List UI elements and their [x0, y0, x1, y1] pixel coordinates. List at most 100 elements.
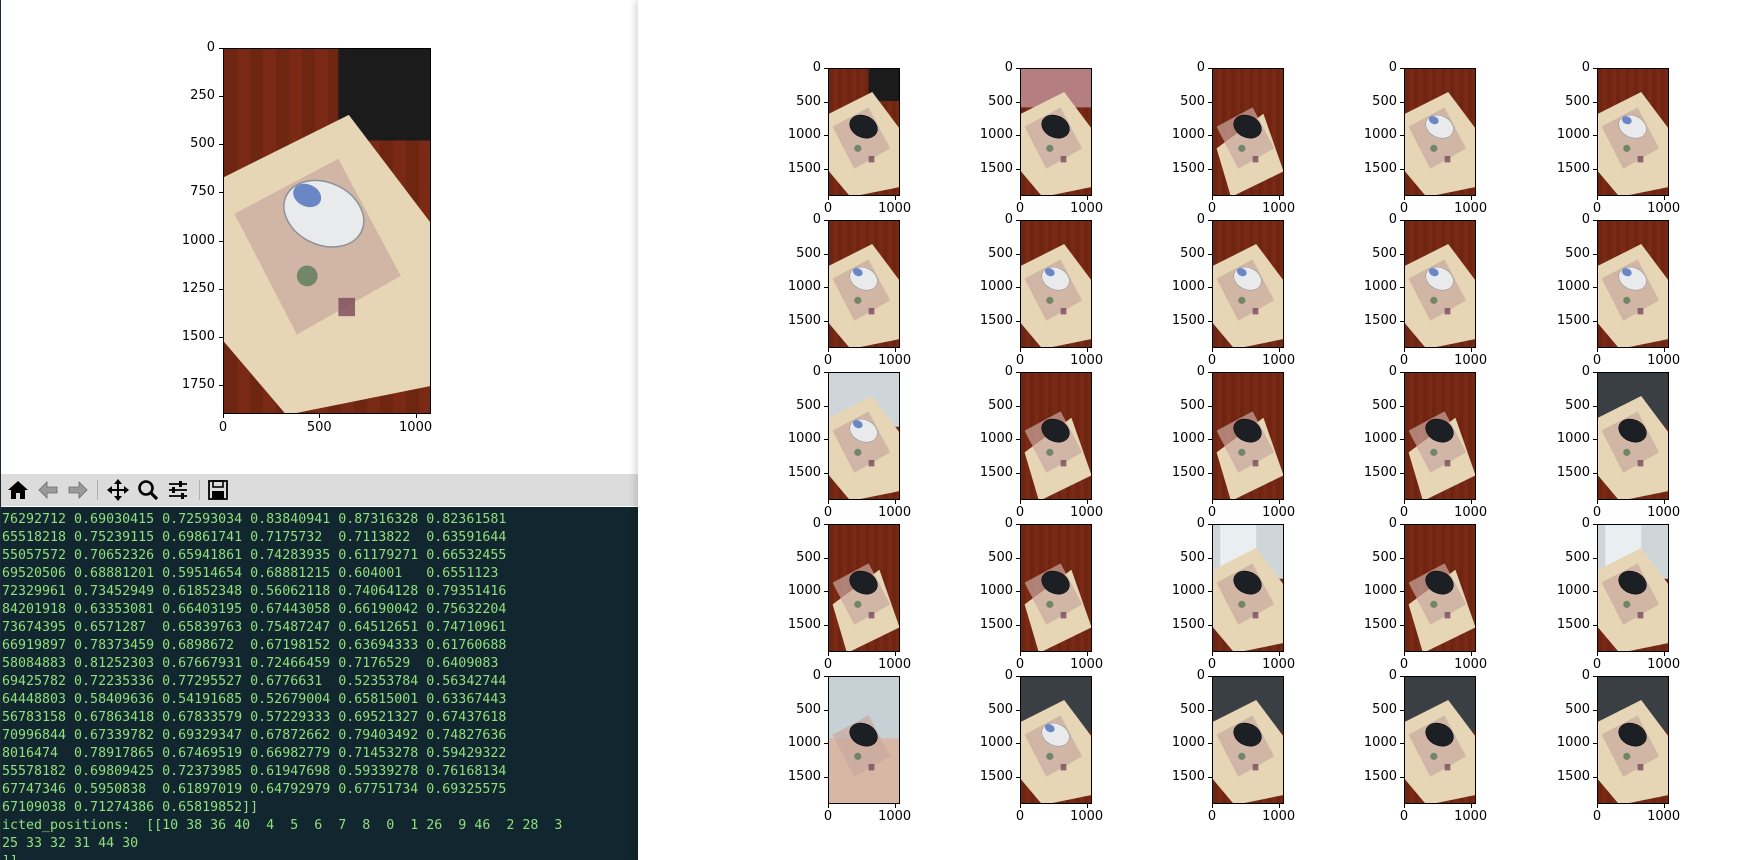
thumbnail-axes[interactable]	[1020, 372, 1092, 500]
thumbnail-y-tick-label: 500	[1565, 245, 1590, 261]
back-button[interactable]	[35, 477, 61, 503]
thumbnail-axes[interactable]	[1404, 524, 1476, 652]
thumbnail-axes[interactable]	[1020, 676, 1092, 804]
thumbnail-x-tick-label: 0	[1399, 809, 1409, 824]
thumbnail-x-tick-mark	[1597, 348, 1598, 352]
thumbnail-y-tick-label: 1500	[1171, 465, 1205, 481]
thumbnail-axes[interactable]	[1404, 220, 1476, 348]
thumbnail-y-tick-mark	[824, 253, 828, 255]
thumbnail-y-tick-mark	[1016, 287, 1020, 289]
thumbnail-x-tick-mark	[1470, 652, 1472, 656]
thumbnail-axes[interactable]	[1212, 676, 1284, 804]
thumbnail-y-tick-label: 500	[988, 701, 1013, 717]
thumbnail-axes[interactable]	[1212, 524, 1284, 652]
thumbnail-y-tick-mark	[1208, 709, 1212, 711]
thumbnail-x-tick-label: 0	[823, 657, 833, 672]
thumbnail-axes[interactable]	[1597, 676, 1669, 804]
pan-icon	[107, 479, 129, 501]
thumbnail-y-tick-mark	[824, 287, 828, 289]
configure-subplots-button[interactable]	[165, 477, 191, 503]
terminal-line: 8016474 0.78917865 0.67469519 0.66982779…	[2, 746, 507, 761]
thumbnail-y-tick-mark	[1593, 372, 1597, 373]
thumbnail-y-tick-mark	[1400, 68, 1404, 69]
thumbnail-y-tick-mark	[1016, 101, 1020, 103]
thumbnail-image	[1021, 525, 1091, 651]
configure-subplots-icon	[167, 479, 189, 501]
thumbnail-x-tick-mark	[1597, 652, 1598, 656]
thumbnail-y-tick-mark	[1593, 287, 1597, 289]
thumbnail-axes[interactable]	[1404, 372, 1476, 500]
thumbnail-y-tick-label: 1500	[1556, 313, 1590, 329]
thumbnail-y-tick-mark	[1016, 253, 1020, 255]
thumbnail-x-tick-mark	[1470, 196, 1472, 200]
save-button[interactable]	[205, 477, 231, 503]
thumbnail-axes[interactable]	[1020, 68, 1092, 196]
thumbnail-axes[interactable]	[1020, 220, 1092, 348]
thumbnail-image	[1598, 373, 1668, 499]
y-tick-mark	[219, 96, 223, 98]
thumbnail-axes[interactable]	[1404, 68, 1476, 196]
thumbnail-y-tick-label: 0	[1196, 212, 1205, 227]
terminal-line: ]]	[2, 853, 562, 860]
terminal-line: 66919897 0.78373459 0.6898672 0.67198152…	[2, 638, 507, 653]
main-image-axes[interactable]	[223, 48, 431, 414]
terminal-output[interactable]: 76292712 0.69030415 0.72593034 0.8384094…	[1, 507, 639, 860]
thumbnail-x-tick-label: 0	[1399, 657, 1409, 672]
thumbnail-y-tick-label: 1500	[787, 769, 821, 785]
thumbnail-y-tick-mark	[1208, 68, 1212, 69]
x-tick-mark	[415, 414, 417, 418]
thumbnail-y-tick-label: 0	[1581, 60, 1590, 75]
thumbnail-axes[interactable]	[828, 220, 900, 348]
thumbnail-y-tick-label: 500	[1565, 549, 1590, 565]
thumbnail-y-tick-label: 1000	[1556, 127, 1590, 143]
thumbnail-axes[interactable]	[1212, 220, 1284, 348]
thumbnail-axes[interactable]	[1597, 68, 1669, 196]
pan-button[interactable]	[105, 477, 131, 503]
thumbnail-y-tick-mark	[824, 473, 828, 475]
thumbnail-x-tick-label: 1000	[1647, 201, 1681, 216]
thumbnail-y-tick-label: 0	[812, 516, 821, 531]
thumbnail-axes[interactable]	[1212, 68, 1284, 196]
thumbnail-y-tick-mark	[1593, 625, 1597, 627]
y-tick-mark	[219, 144, 223, 146]
thumbnail-x-tick-mark	[1086, 348, 1088, 352]
thumbnail-y-tick-mark	[1208, 101, 1212, 103]
thumbnail-x-tick-label: 1000	[1454, 201, 1488, 216]
x-tick-label: 0	[218, 420, 228, 435]
thumbnail-y-tick-mark	[1593, 557, 1597, 559]
matplotlib-figure-window-left: 0 250 500 750 1000 1250 1500 1750 0 500 1000	[0, 0, 639, 860]
thumbnail-y-tick-mark	[1016, 524, 1020, 525]
terminal-line: 69425782 0.72235336 0.77295527 0.6776631…	[2, 674, 507, 689]
thumbnail-axes[interactable]	[1597, 220, 1669, 348]
thumbnail-y-tick-label: 0	[1581, 364, 1590, 379]
thumbnail-image	[1213, 221, 1283, 347]
thumbnail-y-tick-mark	[1593, 135, 1597, 137]
thumbnail-y-tick-label: 1000	[979, 127, 1013, 143]
zoom-button[interactable]	[135, 477, 161, 503]
thumbnail-axes[interactable]	[1404, 676, 1476, 804]
thumbnail-axes[interactable]	[828, 524, 900, 652]
home-button[interactable]	[5, 477, 31, 503]
thumbnail-x-tick-mark	[1086, 652, 1088, 656]
thumbnail-y-tick-mark	[1400, 524, 1404, 525]
thumbnail-y-tick-label: 500	[1565, 93, 1590, 109]
thumbnail-y-tick-mark	[1593, 743, 1597, 745]
x-tick-label: 1000	[399, 420, 433, 435]
thumbnail-x-tick-mark	[1278, 652, 1280, 656]
thumbnail-axes[interactable]	[1020, 524, 1092, 652]
thumbnail-y-tick-label: 0	[1581, 516, 1590, 531]
thumbnail-axes[interactable]	[828, 372, 900, 500]
thumbnail-y-tick-mark	[824, 439, 828, 441]
thumbnail-y-tick-mark	[824, 372, 828, 373]
thumbnail-axes[interactable]	[828, 676, 900, 804]
forward-button[interactable]	[65, 477, 91, 503]
thumbnail-y-tick-label: 500	[796, 397, 821, 413]
thumbnail-y-tick-mark	[824, 169, 828, 171]
thumbnail-axes[interactable]	[1597, 372, 1669, 500]
thumbnail-axes[interactable]	[828, 68, 900, 196]
thumbnail-y-tick-mark	[824, 321, 828, 323]
thumbnail-axes[interactable]	[1212, 372, 1284, 500]
thumbnail-axes[interactable]	[1597, 524, 1669, 652]
main-image	[224, 49, 430, 413]
terminal-line: 72329961 0.73452949 0.61852348 0.5606211…	[2, 584, 507, 599]
